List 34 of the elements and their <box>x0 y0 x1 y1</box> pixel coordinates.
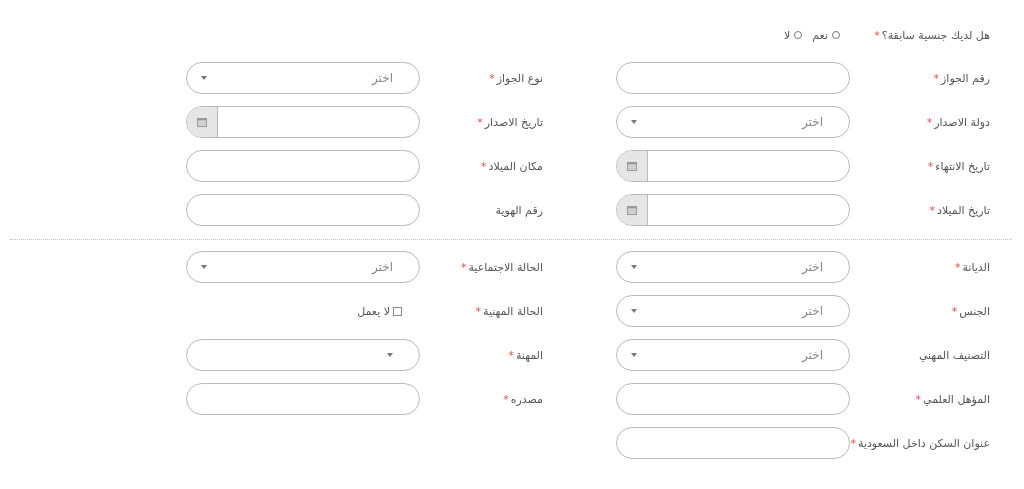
field-label: التصنيف المهني <box>918 348 990 362</box>
field-label: تاريخ الاصدار * <box>477 115 543 129</box>
field-label: هل لديك جنسية سابقة؟ * <box>873 28 990 42</box>
field-label: الديانة * <box>954 260 990 274</box>
field-label: الجنس * <box>951 304 990 318</box>
calendar-icon <box>197 117 207 127</box>
field-label: عنوان السكن داخل السعودية * <box>850 436 990 450</box>
field-label: المؤهل العلمي * <box>915 392 990 406</box>
caret-icon <box>387 353 393 357</box>
caret-icon <box>201 76 207 80</box>
caret-icon <box>631 120 637 124</box>
field-label: نوع الجواز * <box>489 71 543 85</box>
caret-icon <box>631 309 637 313</box>
field-label: رقم الجواز * <box>933 71 990 85</box>
calendar-button[interactable] <box>187 107 218 137</box>
caret-icon <box>201 265 207 269</box>
field-label: الحالة المهنية * <box>475 304 543 318</box>
radio-option[interactable]: نعم <box>812 28 840 42</box>
field-label: رقم الهوية <box>495 203 543 217</box>
radio-option[interactable]: لا <box>784 28 803 42</box>
field-label: مصدره * <box>503 392 543 406</box>
field-label: الحالة الاجتماعية * <box>460 260 543 274</box>
calendar-button[interactable] <box>617 195 648 225</box>
field-label: تاريخ الميلاد * <box>929 203 990 217</box>
field-label: تاريخ الانتهاء * <box>927 159 990 173</box>
field-label: دولة الاصدار * <box>926 115 990 129</box>
field-label: المهنة * <box>508 348 543 362</box>
field-label: مكان الميلاد * <box>481 159 543 173</box>
calendar-button[interactable] <box>617 151 648 181</box>
calendar-icon <box>627 161 637 171</box>
caret-icon <box>631 265 637 269</box>
caret-icon <box>631 353 637 357</box>
checkbox-option[interactable]: لا يعمل <box>186 304 420 318</box>
calendar-icon <box>627 205 637 215</box>
